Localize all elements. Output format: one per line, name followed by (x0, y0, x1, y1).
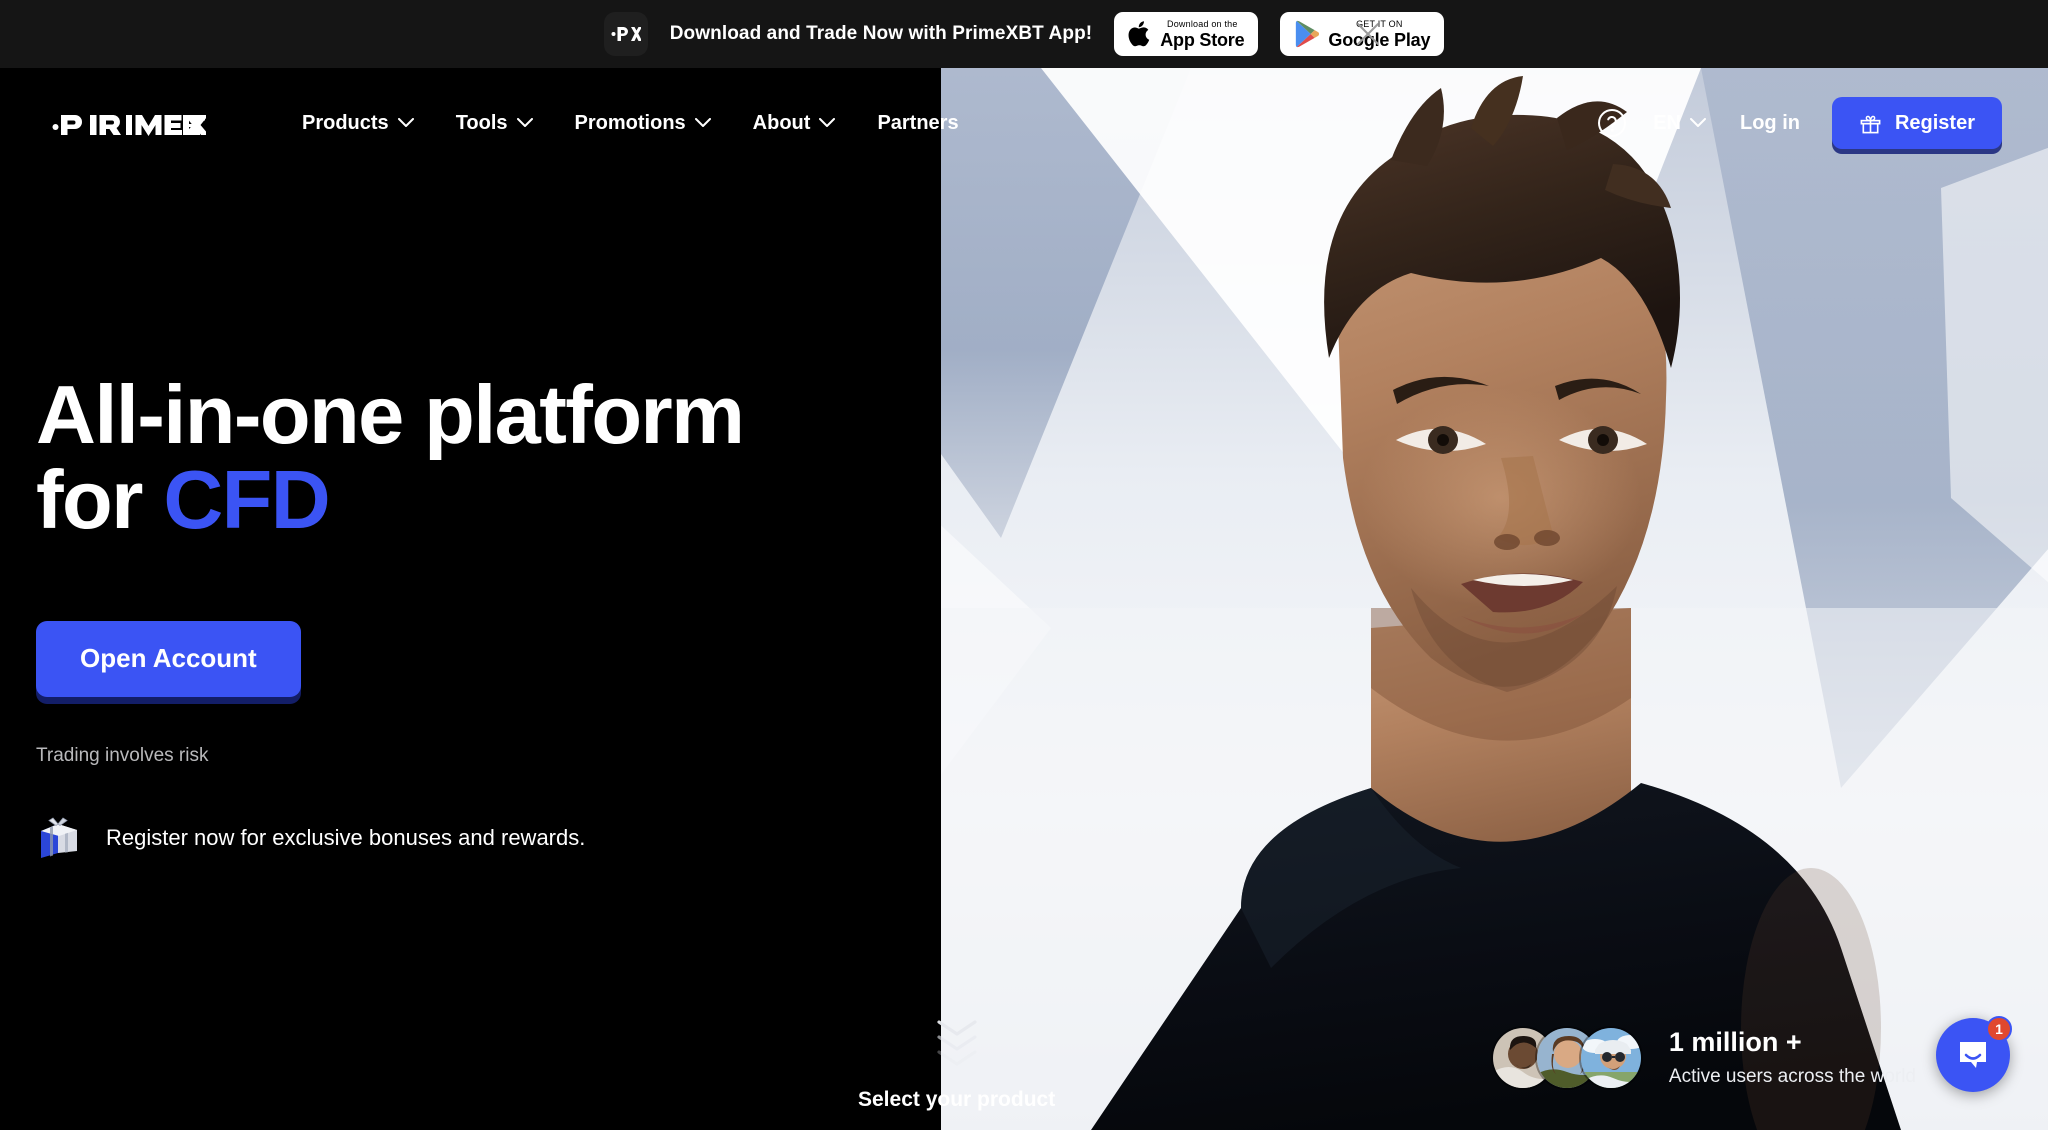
nav-item-promotions[interactable]: Promotions (575, 112, 711, 135)
primexbt-logo-icon (52, 115, 206, 136)
nav-item-products[interactable]: Products (302, 112, 414, 135)
chevron-down-icon (516, 118, 533, 127)
headline-accent: CFD (163, 453, 330, 547)
chevron-down-icon (694, 118, 711, 127)
risk-disclaimer: Trading involves risk (36, 744, 209, 766)
nav-item-about[interactable]: About (753, 112, 836, 135)
close-icon (1357, 23, 1379, 45)
bonus-promo-row: Register now for exclusive bonuses and r… (36, 815, 896, 861)
page-title: All-in-one platform for CFD (36, 372, 896, 543)
chevron-down-icon (1689, 118, 1706, 127)
open-account-label: Open Account (80, 643, 257, 674)
app-store-big-label: App Store (1160, 29, 1245, 50)
bonus-promo-text: Register now for exclusive bonuses and r… (106, 824, 586, 850)
language-label: EN (1653, 111, 1681, 134)
nav-item-partners[interactable]: Partners (877, 112, 958, 135)
select-product-label: Select your product (858, 1088, 1056, 1111)
stats-caption: Active users across the world (1668, 1066, 1916, 1088)
px-logo-icon (611, 27, 641, 41)
nav-label-tools: Tools (455, 111, 508, 134)
primexbt-landing-page: Download and Trade Now with PrimeXBT App… (0, 0, 2048, 1130)
scroll-chevrons (935, 1018, 979, 1068)
register-button-label: Register (1894, 111, 1975, 134)
google-play-icon (1294, 20, 1320, 48)
chevron-down-icon (936, 1050, 977, 1066)
gift-box-icon (41, 817, 77, 858)
stats-text: 1 million + Active users across the worl… (1669, 1026, 1916, 1089)
hero-image (941, 68, 2048, 1130)
brand-logo[interactable] (52, 110, 206, 136)
px-app-icon (603, 12, 648, 56)
headline-line-1: All-in-one platform (36, 368, 745, 461)
close-banner-button[interactable] (1348, 14, 1388, 54)
hero-copy: All-in-one platform for CFD Open Account… (36, 372, 896, 861)
nav-label-about: About (752, 111, 811, 134)
register-button[interactable]: Register (1831, 97, 2002, 149)
avatar-group (1490, 1026, 1643, 1090)
nav-links: Products Tools Promotions About Partners (302, 112, 959, 135)
promo-message: Download and Trade Now with PrimeXBT App… (669, 23, 1093, 44)
open-account-button[interactable]: Open Account (36, 620, 301, 697)
app-store-button[interactable]: Download on the App Store (1114, 12, 1259, 56)
login-link[interactable]: Log in (1740, 112, 1800, 135)
apple-icon (1128, 20, 1152, 48)
active-users-stat: 1 million + Active users across the worl… (1490, 1026, 1916, 1090)
chat-bubble-icon (1960, 1042, 1986, 1068)
select-product-scroll-cue[interactable]: Select your product (858, 1018, 1055, 1130)
gift-icon (1860, 115, 1881, 133)
language-selector[interactable]: EN (1653, 112, 1706, 135)
app-store-small-label: Download on the (1167, 18, 1238, 29)
nav-item-tools[interactable]: Tools (456, 112, 533, 135)
nav-label-products: Products (302, 111, 389, 134)
chevron-down-icon (819, 118, 836, 127)
nav-right-actions: EN Log in Register (1597, 97, 2002, 149)
nav-label-partners: Partners (877, 111, 959, 134)
chevron-down-icon (397, 118, 414, 127)
hero-background-graphic (941, 68, 2048, 1130)
promo-banner: Download and Trade Now with PrimeXBT App… (0, 0, 2048, 68)
headline-line-2-prefix: for (36, 453, 164, 547)
avatar (1578, 1026, 1643, 1090)
nav-label-promotions: Promotions (574, 111, 686, 134)
chat-launcher-button[interactable]: 1 (1936, 1016, 2012, 1092)
stats-value: 1 million + (1668, 1027, 1802, 1058)
main-navbar: Products Tools Promotions About Partners… (0, 68, 2048, 178)
help-circle-icon[interactable] (1597, 108, 1627, 138)
chat-unread-badge: 1 (1986, 1016, 2012, 1042)
